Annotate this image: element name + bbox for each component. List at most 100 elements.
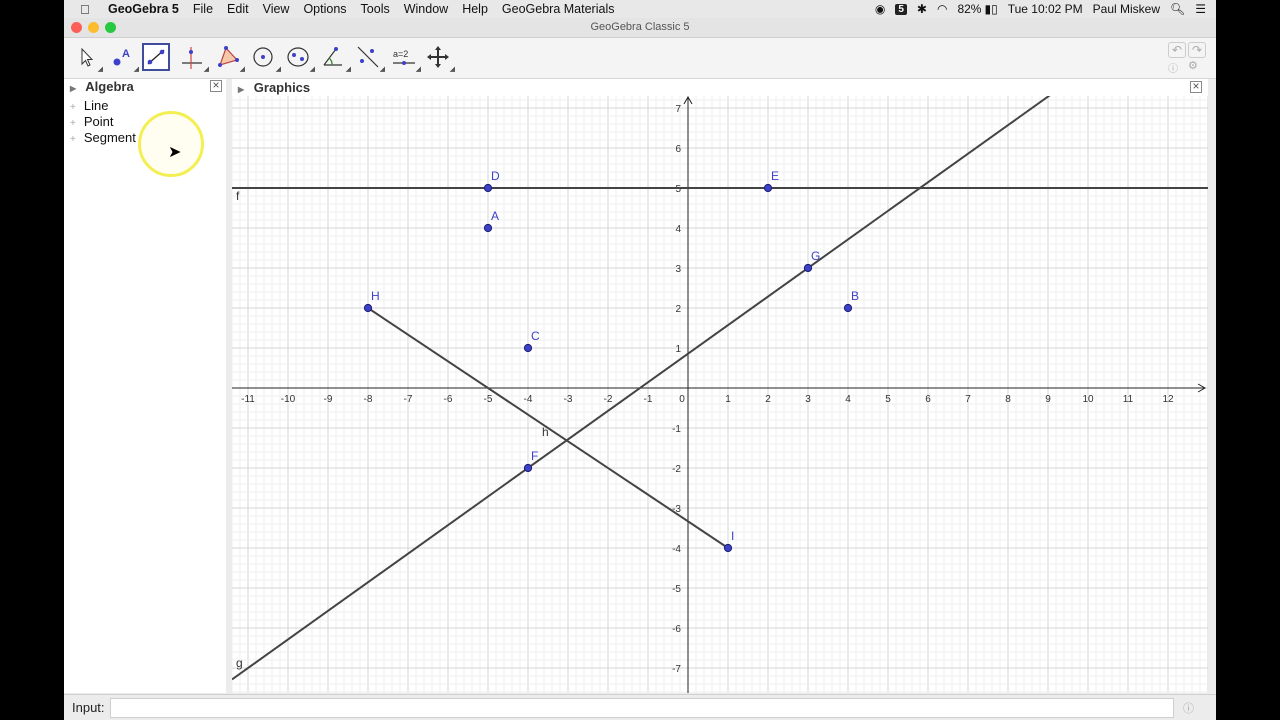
point-label-C: C <box>531 329 540 343</box>
point-C[interactable] <box>523 343 533 353</box>
algebra-header: ▶ Algebra <box>64 79 226 95</box>
graphics-header: ▶ Graphics <box>232 79 1208 96</box>
spotlight-search-icon[interactable]: 🔍︎ <box>1170 2 1185 16</box>
move-tool[interactable]: ◢ <box>72 43 103 73</box>
window-title: GeoGebra Classic 5 <box>590 21 690 33</box>
point-label-E: E <box>771 169 779 183</box>
line-tool[interactable] <box>142 43 170 71</box>
y-tick-label: 6 <box>675 144 681 155</box>
y-tick-label: 4 <box>675 224 681 235</box>
menu-view[interactable]: View <box>263 2 290 16</box>
input-field[interactable] <box>110 698 1174 718</box>
point-label-G: G <box>811 249 820 263</box>
point-label-I: I <box>731 529 734 543</box>
y-tick-label: 5 <box>675 184 681 195</box>
y-tick-label: 7 <box>675 104 681 115</box>
ellipse-tool[interactable]: ◢ <box>284 43 315 73</box>
point-H[interactable] <box>363 303 373 313</box>
circle-tool[interactable]: ◢ <box>250 43 281 73</box>
algebra-item-label: Segment <box>83 130 136 145</box>
close-graphics-icon[interactable]: × <box>1190 80 1202 93</box>
x-tick-label: -5 <box>484 394 493 405</box>
settings-gear-icon[interactable]: ⚙ <box>1188 59 1198 72</box>
x-tick-label: 12 <box>1162 394 1174 405</box>
x-tick-label: 8 <box>1005 394 1011 405</box>
app-5-icon[interactable]: 5 <box>895 3 907 15</box>
record-icon[interactable]: ◉ <box>875 2 885 16</box>
point-G[interactable] <box>803 263 813 273</box>
menu-window[interactable]: Window <box>404 2 448 16</box>
x-tick-label: -10 <box>281 394 296 405</box>
mouse-pointer-icon: ➤ <box>168 144 182 161</box>
collapse-arrow-icon[interactable]: ▶ <box>238 85 244 94</box>
x-tick-label: 11 <box>1123 394 1134 405</box>
close-algebra-icon[interactable]: × <box>210 79 222 92</box>
x-tick-label: -3 <box>564 394 573 405</box>
y-tick-label: -1 <box>672 424 681 435</box>
reflect-tool[interactable]: ◢ <box>354 43 385 73</box>
battery-icon[interactable]: ▮▯ <box>984 2 997 16</box>
x-tick-label: -8 <box>364 394 373 405</box>
x-tick-label: -4 <box>524 394 533 405</box>
wifi-icon[interactable]: ◠ <box>937 2 947 16</box>
window-title-bar: GeoGebra Classic 5 <box>64 18 1216 38</box>
menu-geogebra-materials[interactable]: GeoGebra Materials <box>502 2 615 16</box>
algebra-title: Algebra <box>85 79 134 94</box>
point-label-B: B <box>851 289 859 303</box>
apple-icon[interactable]:  <box>80 2 96 17</box>
redo-icon[interactable]: ↷ <box>1188 42 1207 58</box>
slider-tool[interactable]: a=2 ◢ <box>390 43 421 73</box>
expand-plus-icon[interactable]: + <box>70 118 76 129</box>
clock[interactable]: Tue 10:02 PM <box>1008 2 1083 16</box>
input-help-icon[interactable]: ⓘ <box>1183 700 1194 716</box>
algebra-item-line[interactable]: + Line <box>64 98 226 114</box>
point-F[interactable] <box>523 463 533 473</box>
point-D[interactable] <box>483 183 493 193</box>
perpendicular-line-tool[interactable]: ◢ <box>178 43 209 73</box>
zoom-window-button[interactable] <box>105 22 116 33</box>
graphics-view[interactable]: ▶ Graphics × -11 -10 -9 -8 -7 -6 -5 -4 -3 -2 -1 0 1 2… <box>232 79 1208 693</box>
menu-options[interactable]: Options <box>303 2 346 16</box>
x-tick-label: 4 <box>845 394 851 405</box>
point-A[interactable] <box>483 223 493 233</box>
menu-edit[interactable]: Edit <box>227 2 249 16</box>
slider-icon: a=2 <box>393 49 415 65</box>
slider-tool-label: a=2 <box>393 49 408 59</box>
polygon-tool[interactable]: ◢ <box>214 43 245 73</box>
point-label-A: A <box>491 209 499 223</box>
move-graphics-view-tool[interactable]: ◢ <box>424 43 455 73</box>
x-tick-label: -2 <box>604 394 613 405</box>
algebra-item-label: Line <box>83 98 109 113</box>
help-icon[interactable]: ⓘ <box>1168 60 1178 75</box>
user-name[interactable]: Paul Miskew <box>1093 2 1160 16</box>
menu-help[interactable]: Help <box>462 2 488 16</box>
menu-tools[interactable]: Tools <box>361 2 390 16</box>
y-tick-label: -5 <box>672 584 681 595</box>
bluetooth-icon[interactable]: ✱ <box>917 2 927 16</box>
arrow-cursor-icon <box>81 47 94 67</box>
point-E[interactable] <box>763 183 773 193</box>
point-label-H: H <box>371 289 380 303</box>
perpendicular-line-icon <box>182 47 202 69</box>
x-tick-label: 6 <box>925 394 931 405</box>
notification-center-icon[interactable]: ☰ <box>1195 2 1206 16</box>
y-tick-label: -2 <box>672 464 681 475</box>
point-B[interactable] <box>843 303 853 313</box>
menu-file[interactable]: File <box>193 2 213 16</box>
angle-icon <box>323 47 342 66</box>
expand-plus-icon[interactable]: + <box>70 134 76 145</box>
polygon-icon <box>218 46 239 67</box>
y-tick-label: 1 <box>675 344 681 355</box>
close-window-button[interactable] <box>71 22 82 33</box>
menu-app-name[interactable]: GeoGebra 5 <box>108 2 179 16</box>
minimize-window-button[interactable] <box>88 22 99 33</box>
undo-icon[interactable]: ↶ <box>1168 42 1187 58</box>
collapse-arrow-icon[interactable]: ▶ <box>70 84 76 93</box>
point-tool[interactable]: A ◢ <box>108 43 139 73</box>
expand-plus-icon[interactable]: + <box>70 102 76 113</box>
point-I[interactable] <box>723 543 733 553</box>
graphics-canvas[interactable]: -11 -10 -9 -8 -7 -6 -5 -4 -3 -2 -1 0 1 2 3 4 5 6 7 8 9 10 11 12… <box>232 96 1208 693</box>
mac-menu-bar:  GeoGebra 5 File Edit View Options Tool… <box>64 0 1216 19</box>
x-tick-label: 7 <box>965 394 971 405</box>
angle-tool[interactable]: ◢ <box>320 43 351 73</box>
